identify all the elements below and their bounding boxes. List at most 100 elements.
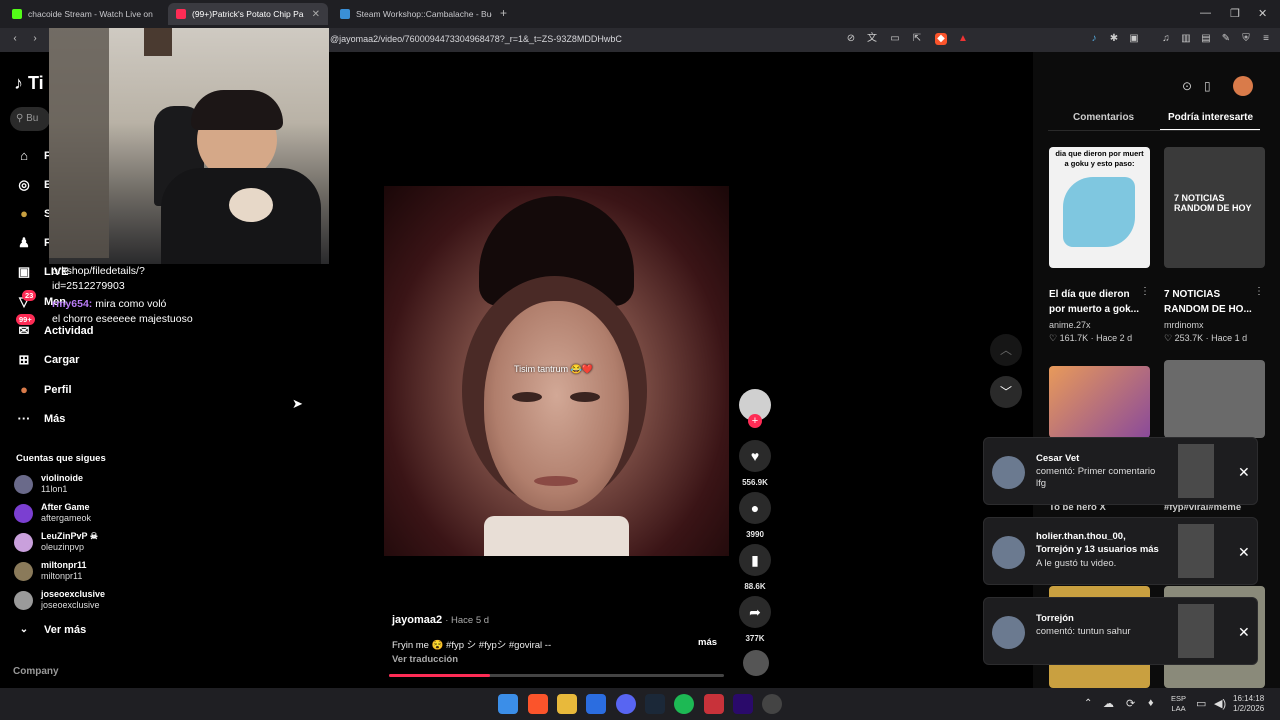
like-button[interactable]: ♥ 556.9K — [739, 440, 771, 487]
compass-icon[interactable]: ⊙ — [1182, 79, 1192, 93]
video-author[interactable]: anime.27x — [1049, 320, 1091, 330]
video-title[interactable]: El día que dieron por muerto a gok... — [1049, 287, 1145, 317]
menu-icon[interactable]: ≡ — [1260, 33, 1272, 45]
maximize-icon[interactable]: ❐ — [1230, 7, 1240, 20]
steam-icon — [340, 9, 350, 19]
scroll-down-button[interactable]: ﹀ — [990, 376, 1022, 408]
share-button[interactable]: ➦ 377K — [739, 596, 771, 643]
tray-sync-icon[interactable]: ⟳ — [1126, 697, 1135, 710]
obs-icon[interactable] — [762, 694, 782, 714]
brave-shield-icon[interactable]: ◆ — [935, 33, 947, 45]
company-link[interactable]: Company — [13, 666, 59, 677]
translate-icon[interactable]: 文 — [866, 33, 878, 45]
tiktok-logo[interactable]: ♪ Ti — [14, 73, 44, 94]
tab-tiktok[interactable]: (99+)Patrick's Potato Chip Pa ✕ — [168, 3, 328, 25]
spotify-icon[interactable] — [674, 694, 694, 714]
brave-icon[interactable] — [528, 694, 548, 714]
video-title[interactable]: 7 NOTICIAS RANDOM DE HO... — [1164, 287, 1260, 317]
language-indicator[interactable]: ESP LAA — [1171, 694, 1186, 714]
translate-link[interactable]: Ver traducción — [392, 654, 458, 665]
following-account[interactable]: violinoide 11lon1 — [14, 471, 83, 497]
author-name[interactable]: jayomaa2 — [392, 614, 442, 626]
close-icon[interactable]: ✕ — [1238, 544, 1250, 561]
sidebar-item-9[interactable]: ··· Más — [16, 409, 66, 429]
extensions-icon[interactable]: ✱ — [1108, 33, 1120, 45]
following-account[interactable]: After Game aftergameok — [14, 500, 91, 526]
tray-display-icon[interactable]: ▭ — [1196, 697, 1206, 710]
sidebar-item-3[interactable]: ♟ F — [16, 233, 51, 253]
cast-icon[interactable]: ▭ — [889, 33, 901, 45]
share-icon[interactable]: ⇱ — [911, 33, 923, 45]
media-app-icon[interactable] — [704, 694, 724, 714]
sidebar-icon[interactable]: ▥ — [1180, 33, 1192, 45]
url-field[interactable]: @jayomaa2/video/7600094473304968478?_r=1… — [328, 31, 978, 49]
tray-cloud-icon[interactable]: ☁ — [1103, 697, 1114, 710]
chat-username: rmy654: — [52, 298, 93, 310]
sidebar-item-8[interactable]: ● Perfil — [16, 380, 71, 400]
save-button[interactable]: ▮ 88.6K — [739, 544, 771, 591]
discord-icon[interactable] — [616, 694, 636, 714]
premiere-icon[interactable] — [733, 694, 753, 714]
notification-toast[interactable]: Torrejón comentó: tuntun sahur ✕ — [983, 597, 1258, 665]
notification-toast[interactable]: Cesar Vet comentó: Primer comentario lfg ✕ — [983, 437, 1258, 505]
new-tab-icon[interactable]: + — [500, 6, 507, 20]
tab-kick[interactable]: chacoide Stream - Watch Live on — [4, 3, 164, 25]
video-thumbnail[interactable]: dia que dieron por muert a goku y esto p… — [1049, 147, 1150, 268]
more-options-icon[interactable]: ⋮ — [1254, 286, 1264, 297]
minimize-icon[interactable]: — — [1200, 7, 1211, 19]
see-more-button[interactable]: ⌄ Ver más — [16, 620, 86, 640]
tray-chevron-icon[interactable]: ⌃ — [1084, 698, 1092, 709]
left-eye — [512, 392, 542, 402]
video-player[interactable]: Tisim tantrum 😂❤️ — [384, 186, 729, 556]
following-account[interactable]: miltonpr11 miltonpr11 — [14, 558, 87, 584]
search-icon: ⚲ — [16, 113, 24, 124]
tray-mic-icon[interactable]: ♦ — [1148, 697, 1154, 709]
follow-plus-icon[interactable]: + — [748, 414, 762, 428]
scroll-up-button[interactable]: ︿ — [990, 334, 1022, 366]
wallet-icon[interactable]: ▤ — [1200, 33, 1212, 45]
windows-start-icon[interactable] — [498, 694, 518, 714]
user-avatar[interactable] — [1233, 76, 1253, 96]
reader-icon[interactable]: ⊘ — [845, 33, 857, 45]
vpn-icon[interactable]: ⛨ — [1240, 33, 1252, 45]
sidebar-item-2[interactable]: ● S — [16, 204, 51, 224]
tab-comments[interactable]: Comentarios — [1073, 112, 1134, 123]
bing-icon[interactable] — [586, 694, 606, 714]
sidebar-item-1[interactable]: ◎ E — [16, 175, 51, 195]
leo-icon[interactable]: ✎ — [1220, 33, 1232, 45]
tab-steam[interactable]: Steam Workshop::Cambalache - Bue — [332, 3, 492, 25]
sidebar-item-7[interactable]: ⊞ Cargar — [16, 350, 80, 370]
notification-toast[interactable]: holier.than.thou_00, Torrejón y 13 usuar… — [983, 517, 1258, 585]
progress-bar[interactable] — [389, 674, 724, 677]
music-disc-icon[interactable] — [743, 650, 769, 676]
video-author[interactable]: mrdinomx — [1164, 320, 1204, 330]
phone-icon[interactable]: ▯ — [1204, 79, 1211, 93]
sidebar-item-0[interactable]: ⌂ P — [16, 146, 51, 166]
brave-rewards-icon[interactable]: ▲ — [957, 33, 969, 45]
file-explorer-icon[interactable] — [557, 694, 577, 714]
video-thumbnail[interactable] — [1049, 366, 1150, 438]
forward-icon[interactable]: › — [29, 33, 41, 45]
more-button[interactable]: más — [698, 637, 717, 648]
following-account[interactable]: LeuZinPvP ☠ oleuzinpvp — [14, 529, 98, 555]
media-icon[interactable]: ♫ — [1160, 33, 1172, 45]
notification-title: Torrejón — [1036, 613, 1074, 624]
comment-button[interactable]: ● 3990 — [739, 492, 771, 539]
tab-recommended[interactable]: Podría interesarte — [1168, 112, 1253, 123]
close-window-icon[interactable]: ✕ — [1258, 7, 1267, 20]
video-thumbnail[interactable] — [1164, 360, 1265, 438]
search-input[interactable]: ⚲ Bu — [10, 107, 50, 131]
volume-icon[interactable]: ◀) — [1214, 697, 1226, 710]
comment-count: 3990 — [746, 530, 764, 539]
back-icon[interactable]: ‹ — [9, 33, 21, 45]
close-icon[interactable]: ✕ — [1238, 624, 1250, 641]
close-icon[interactable]: ✕ — [1238, 464, 1250, 481]
following-account[interactable]: joseoexclusive joseoexclusive — [14, 587, 105, 613]
close-tab-icon[interactable]: ✕ — [312, 9, 320, 20]
more-options-icon[interactable]: ⋮ — [1140, 286, 1150, 297]
clock[interactable]: 16:14:18 1/2/2026 — [1233, 694, 1264, 714]
video-thumbnail[interactable]: 7 NOTICIAS RANDOM DE HOY — [1164, 147, 1265, 268]
audio-icon[interactable]: ♪ — [1088, 33, 1100, 45]
screenshot-icon[interactable]: ▣ — [1128, 33, 1140, 45]
steam-icon[interactable] — [645, 694, 665, 714]
